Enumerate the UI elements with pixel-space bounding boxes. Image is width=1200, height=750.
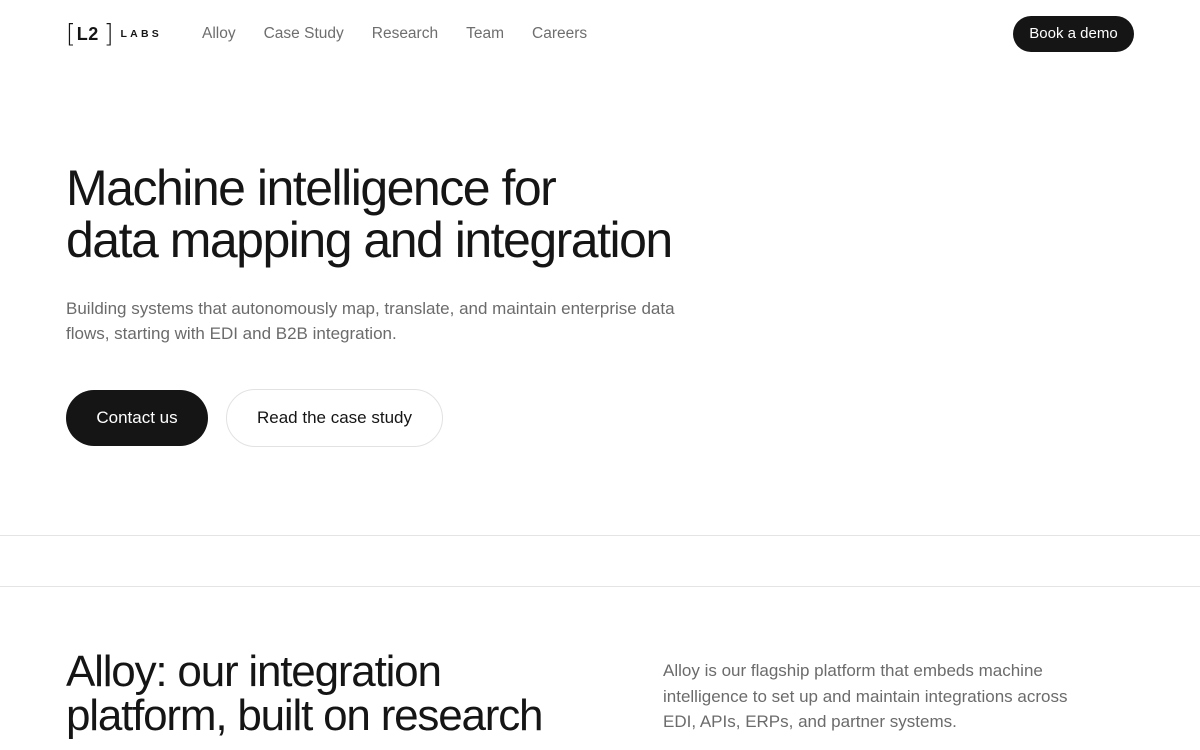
nav-link-team[interactable]: Team (466, 24, 504, 44)
logo-bracket-left: [ (66, 19, 76, 48)
logo-mark: L2 (76, 23, 99, 44)
section-divider-bottom (0, 586, 1200, 587)
hero-title-line-1: Machine intelligence for (66, 160, 557, 216)
read-case-study-button[interactable]: Read the case study (226, 389, 443, 447)
section-divider-top (0, 535, 1200, 536)
l2-labs-logo[interactable]: [ L2 ] LABS (66, 21, 162, 47)
logo-bracket-right: ] (103, 19, 114, 48)
main-menu: Alloy Case Study Research Team Careers (202, 24, 587, 44)
nav-link-research[interactable]: Research (372, 24, 438, 44)
hero-title-line-2: data mapping and integration (66, 212, 673, 268)
top-navigation: [ L2 ] LABS Alloy Case Study Research Te… (0, 0, 1200, 68)
nav-link-alloy[interactable]: Alloy (202, 24, 236, 44)
alloy-section-description: Alloy is our flagship platform that embe… (663, 661, 1068, 731)
logo-text: LABS (120, 28, 162, 40)
nav-link-careers[interactable]: Careers (532, 24, 587, 44)
alloy-title-line-1: Alloy: our integration (66, 647, 442, 696)
book-demo-button[interactable]: Book a demo (1013, 16, 1134, 52)
contact-us-button[interactable]: Contact us (66, 390, 208, 446)
nav-link-case-study[interactable]: Case Study (264, 24, 344, 44)
alloy-section-title: Alloy: our integration platform, built o… (66, 650, 606, 738)
alloy-title-line-2: platform, built on research (66, 691, 543, 740)
hero-title: Machine intelligence for data mapping an… (66, 162, 746, 266)
hero-subtitle: Building systems that autonomously map, … (66, 299, 675, 343)
